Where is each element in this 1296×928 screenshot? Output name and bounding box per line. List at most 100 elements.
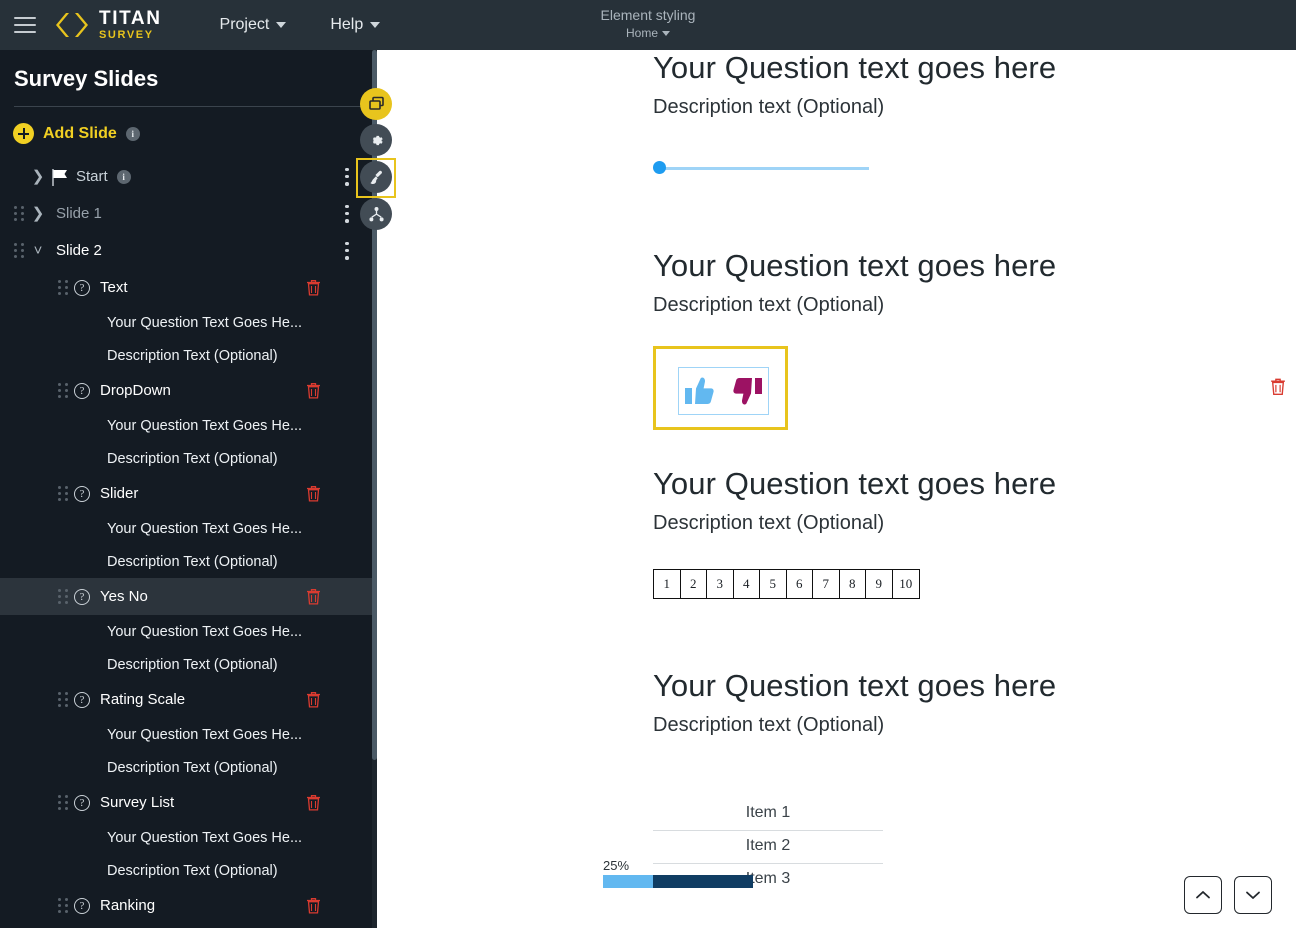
delete-element-icon[interactable] (306, 691, 321, 708)
tree-slide-1[interactable]: ❯ Slide 1 (0, 195, 377, 232)
copy-slide-button[interactable] (360, 88, 392, 120)
delete-element-button[interactable] (1270, 378, 1286, 396)
info-icon[interactable]: i (116, 169, 131, 184)
rating-option[interactable]: 9 (866, 570, 893, 598)
breadcrumb-home[interactable]: Home (626, 26, 670, 40)
rating-option[interactable]: 3 (707, 570, 734, 598)
delete-element-icon[interactable] (306, 897, 321, 914)
question-description: Description text (Optional) (653, 714, 885, 736)
row-menu-icon[interactable] (345, 204, 349, 223)
drag-handle-icon[interactable] (14, 243, 25, 258)
rating-option[interactable]: 1 (654, 570, 681, 598)
tree-sub-item[interactable]: Description Text (Optional) (0, 545, 377, 578)
yes-no-widget-selected[interactable] (653, 346, 788, 430)
canvas-block-rating[interactable]: Your Question text goes here Description… (653, 466, 1056, 599)
drag-handle-icon[interactable] (58, 280, 69, 295)
element-styling-button[interactable] (360, 161, 392, 193)
thumbs-down-icon[interactable] (729, 375, 763, 407)
tree-sub-item[interactable]: Your Question Text Goes He... (0, 615, 377, 648)
rating-option[interactable]: 8 (840, 570, 866, 598)
question-description: Description text (Optional) (653, 512, 885, 534)
canvas-block-survey-list[interactable]: Your Question text goes here Description… (653, 668, 1056, 737)
tree-element-slider[interactable]: ? Slider (0, 475, 377, 512)
tree-sub-item[interactable]: Description Text (Optional) (0, 854, 377, 887)
drag-handle-icon[interactable] (58, 486, 69, 501)
sidebar-title: Survey Slides (14, 66, 159, 91)
slider-thumb[interactable] (653, 161, 666, 174)
scroll-down-button[interactable] (1234, 876, 1272, 914)
top-menu: Project Help (220, 16, 381, 34)
tree-slide-start[interactable]: ❯ Start i (0, 158, 377, 195)
thumbs-up-icon[interactable] (684, 375, 718, 407)
row-menu-icon[interactable] (345, 167, 349, 186)
sitemap-share-icon (368, 206, 384, 221)
tree-sub-item[interactable]: Your Question Text Goes He... (0, 306, 377, 339)
tree-element-yes-no[interactable]: ? Yes No (0, 578, 377, 615)
survey-flow-button[interactable] (360, 198, 392, 230)
tree-sub-item[interactable]: Your Question Text Goes He... (0, 821, 377, 854)
tree-element-dropdown[interactable]: ? DropDown (0, 372, 377, 409)
yes-no-widget[interactable] (678, 367, 769, 415)
tree-element-survey-list[interactable]: ? Survey List (0, 784, 377, 821)
chevron-down-icon (370, 22, 381, 28)
delete-element-icon[interactable] (306, 279, 321, 296)
chevron-down-icon (1246, 891, 1260, 899)
menu-help[interactable]: Help (330, 16, 381, 34)
top-bar: TITAN SURVEY Project Help Element stylin… (0, 0, 1296, 50)
chevron-right-icon[interactable]: ❯ (30, 206, 46, 221)
info-icon[interactable]: i (125, 126, 140, 141)
survey-list-item[interactable]: Item 1 (653, 798, 883, 831)
rating-option[interactable]: 2 (681, 570, 707, 598)
drag-handle-icon[interactable] (14, 206, 25, 221)
tree-sub-item[interactable]: Description Text (Optional) (0, 339, 377, 372)
rating-option[interactable]: 7 (813, 570, 840, 598)
breadcrumb-home-label: Home (625, 26, 658, 40)
rating-option[interactable]: 4 (734, 570, 760, 598)
tree-element-ranking[interactable]: ? Ranking (0, 887, 377, 924)
slider-track[interactable] (659, 167, 869, 170)
menu-project[interactable]: Project (220, 16, 287, 34)
tree-sub-item[interactable]: Your Question Text Goes He... (0, 409, 377, 442)
rating-option[interactable]: 6 (787, 570, 813, 598)
drag-handle-icon[interactable] (58, 795, 69, 810)
question-mark-icon: ? (74, 279, 90, 296)
tree-sub-label: Description Text (Optional) (107, 862, 278, 879)
tree-sub-label: Description Text (Optional) (107, 450, 278, 467)
chevron-down-icon[interactable]: ˅ (30, 243, 46, 258)
tree-sub-item[interactable]: Your Question Text Goes He... (0, 718, 377, 751)
drag-handle-icon[interactable] (58, 692, 69, 707)
tree-sub-item[interactable]: Description Text (Optional) (0, 648, 377, 681)
rating-option[interactable]: 5 (760, 570, 787, 598)
canvas-block-yes-no[interactable]: Your Question text goes here Description… (653, 248, 1056, 430)
hamburger-icon[interactable] (14, 17, 36, 33)
survey-list-widget[interactable]: Item 1 Item 2 Item 3 25% (603, 798, 883, 896)
canvas-block-slider[interactable]: Your Question text goes here Description… (653, 50, 1056, 175)
delete-element-icon[interactable] (306, 794, 321, 811)
tree-sub-item[interactable]: Description Text (Optional) (0, 442, 377, 475)
scroll-up-button[interactable] (1184, 876, 1222, 914)
tree-sub-item[interactable]: Description Text (Optional) (0, 751, 377, 784)
logo-primary-text: TITAN (99, 8, 162, 29)
add-slide-button[interactable]: Add Slide i (0, 107, 377, 158)
delete-element-icon[interactable] (306, 382, 321, 399)
copy-slide-icon (368, 96, 384, 110)
settings-button[interactable] (360, 124, 392, 156)
delete-element-icon[interactable] (306, 485, 321, 502)
chevron-right-icon[interactable]: ❯ (30, 169, 46, 184)
rating-option[interactable]: 10 (893, 570, 920, 598)
tree-sub-item[interactable]: Your Question Text Goes He... (0, 512, 377, 545)
tree-label: Start (76, 168, 108, 185)
drag-handle-icon[interactable] (58, 589, 69, 604)
row-menu-icon[interactable] (345, 241, 349, 260)
delete-element-icon[interactable] (306, 588, 321, 605)
menu-help-label: Help (330, 16, 364, 33)
drag-handle-icon[interactable] (58, 383, 69, 398)
tree-element-text[interactable]: ? Text (0, 269, 377, 306)
slider-widget[interactable] (653, 161, 869, 175)
breadcrumb: Element styling Home (0, 7, 1296, 42)
drag-handle-icon[interactable] (58, 898, 69, 913)
plus-icon (13, 123, 34, 144)
tree-slide-2[interactable]: ˅ Slide 2 (0, 232, 377, 269)
rating-scale-widget[interactable]: 1 2 3 4 5 6 7 8 9 10 (653, 569, 920, 599)
tree-element-rating-scale[interactable]: ? Rating Scale (0, 681, 377, 718)
